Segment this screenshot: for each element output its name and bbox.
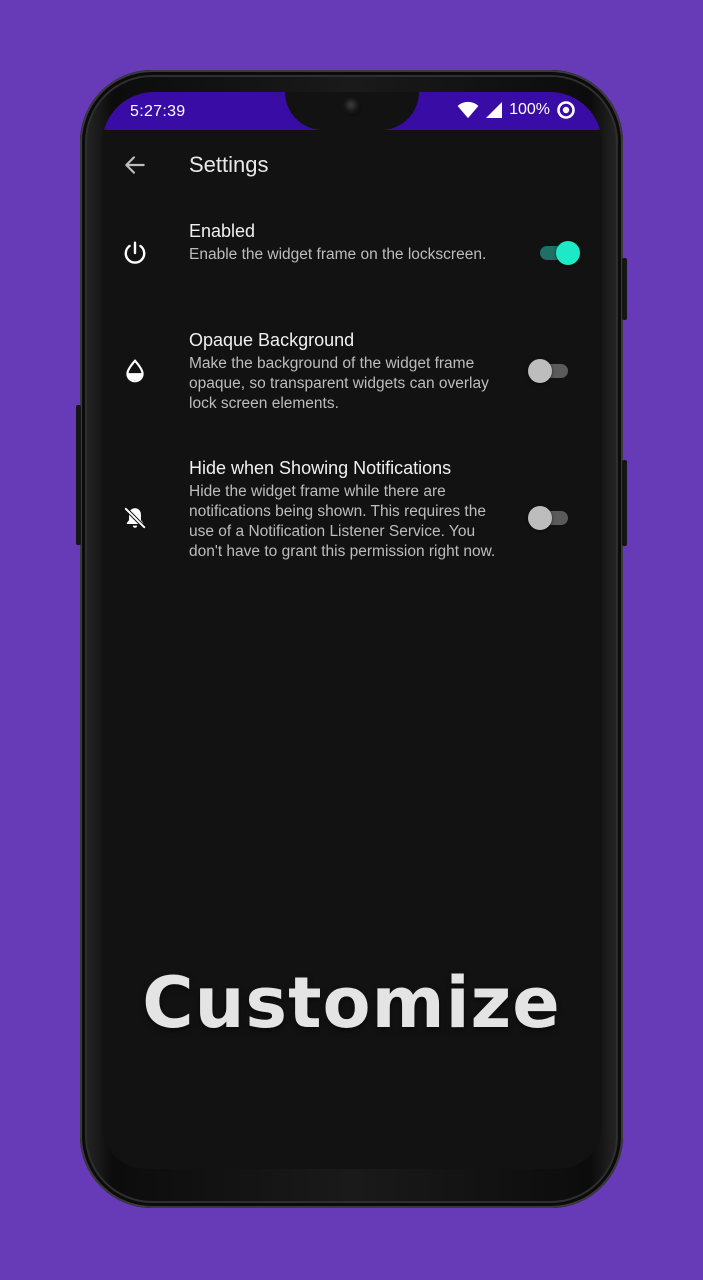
battery-ring-icon [557,101,575,119]
status-time: 5:27:39 [130,103,186,120]
page-title: Settings [189,152,269,177]
app-bar: Settings [102,130,602,202]
enabled-toggle[interactable] [536,238,580,266]
setting-title: Hide when Showing Notifications [189,458,452,478]
cellular-signal-icon [486,102,503,118]
toggle-thumb [528,359,552,383]
wifi-icon [457,101,479,119]
alert-slider [622,258,627,320]
setting-description: Enable the widget frame on the lockscree… [189,246,487,263]
front-camera [342,96,362,116]
water-drop-icon [126,359,144,383]
status-icons: 100% [457,100,576,120]
battery-percentage: 100% [509,101,550,118]
notifications-off-icon [124,507,146,529]
promo-caption: Customize [142,962,561,1044]
setting-title: Enabled [189,221,256,241]
setting-enabled[interactable]: Enabled Enable the widget frame on the l… [102,221,602,289]
setting-description: Hide the widget frame while there are no… [189,483,496,560]
toggle-thumb [556,241,580,265]
setting-description: Make the background of the widget frame … [189,355,489,412]
hide-notifications-toggle[interactable] [528,503,572,531]
toggle-thumb [528,506,552,530]
power-button [622,460,627,546]
setting-hide-on-notifications[interactable]: Hide when Showing Notifications Hide the… [102,458,602,588]
arrow-left-icon[interactable] [122,152,148,178]
opaque-background-toggle[interactable] [528,356,572,384]
power-icon [124,241,146,264]
volume-button [76,405,81,545]
setting-title: Opaque Background [189,330,355,350]
status-bar: 5:27:39 100% [102,92,602,130]
setting-opaque-background[interactable]: Opaque Background Make the background of… [102,330,602,418]
